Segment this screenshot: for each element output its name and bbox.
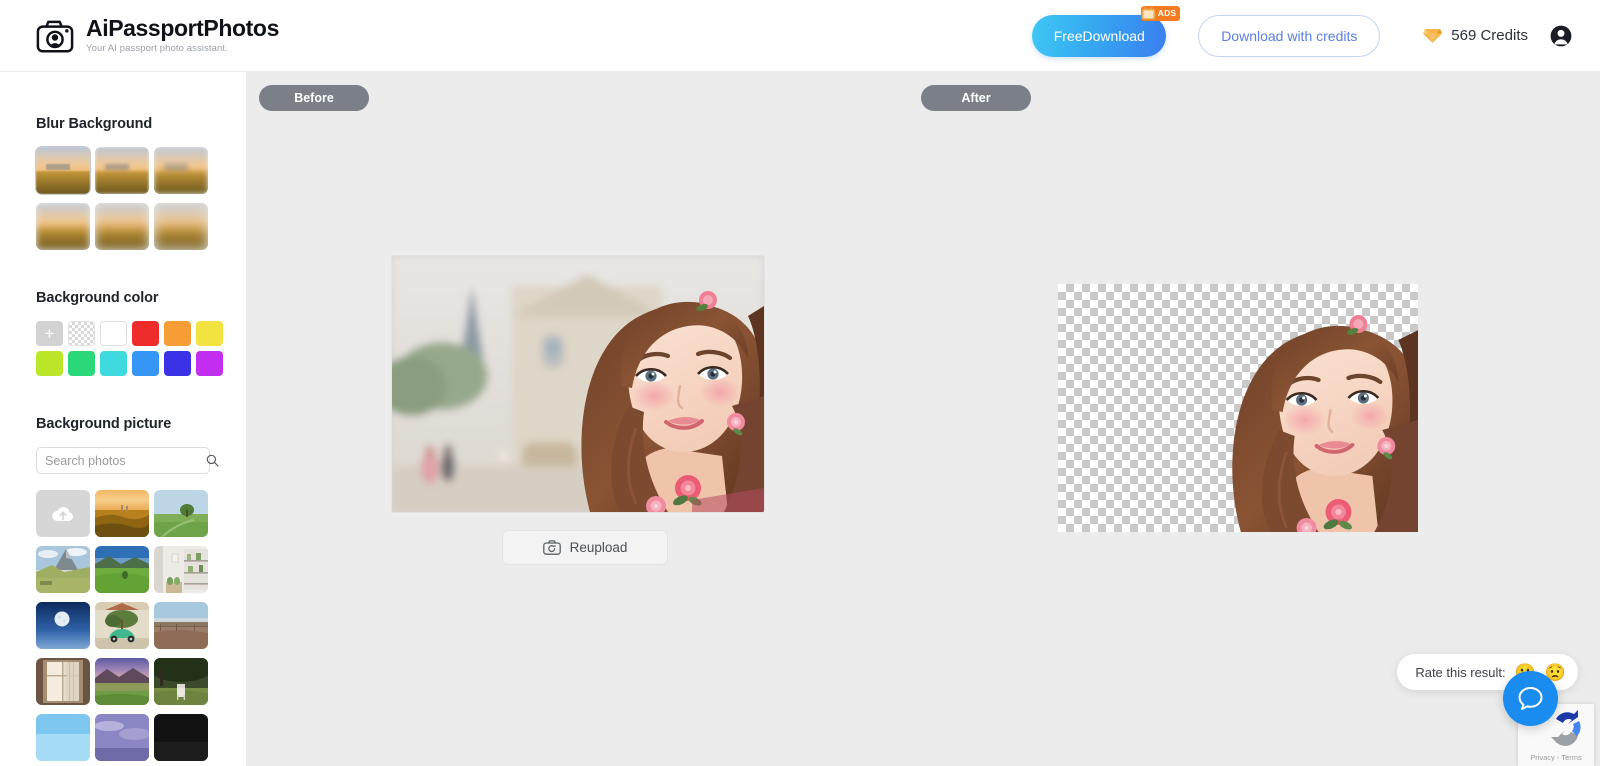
photo-dry-field[interactable] <box>154 602 208 649</box>
brand-title: AiPassportPhotos <box>86 15 279 42</box>
background-picture-title: Background picture <box>36 416 172 432</box>
swatch-lime[interactable] <box>36 351 63 376</box>
app-header: AiPassportPhotos Your AI passport photo … <box>0 0 1600 72</box>
before-photo[interactable] <box>392 256 764 512</box>
after-photo[interactable] <box>1058 284 1418 532</box>
photo-window-curtain[interactable] <box>36 658 90 705</box>
credits-area[interactable]: 569 Credits <box>1422 25 1572 47</box>
upload-photo-tile[interactable] <box>36 490 90 537</box>
photo-lavender-dusk[interactable] <box>95 714 149 761</box>
brand-logo[interactable]: AiPassportPhotos Your AI passport photo … <box>36 17 279 54</box>
photo-clear-sky[interactable] <box>36 714 90 761</box>
background-color-grid[interactable]: + <box>36 321 223 376</box>
free-download-wrap: FreeDownload ADS <box>1032 5 1181 57</box>
photo-green-car-tree[interactable] <box>95 602 149 649</box>
recaptcha-icon <box>1548 707 1588 747</box>
camera-icon <box>36 19 74 53</box>
photo-full-moon[interactable] <box>36 602 90 649</box>
download-with-credits-button[interactable]: Download with credits <box>1198 14 1381 57</box>
chat-support-button[interactable] <box>1503 671 1558 726</box>
after-label: After <box>921 85 1031 111</box>
search-photos-wrap[interactable] <box>36 447 219 474</box>
swatch-yellow[interactable] <box>196 321 223 346</box>
tv-icon <box>1141 5 1158 21</box>
photo-purple-mountains[interactable] <box>95 658 149 705</box>
photo-sunset-city[interactable] <box>95 490 149 537</box>
search-input[interactable] <box>45 453 206 468</box>
camera-refresh-icon <box>542 540 561 555</box>
blur-thumb-3[interactable] <box>36 203 90 250</box>
photo-chair-under-tree[interactable] <box>154 658 208 705</box>
blur-thumb-2[interactable] <box>154 147 208 194</box>
blur-background-title: Blur Background <box>36 116 153 132</box>
background-color-title: Background color <box>36 290 159 306</box>
swatch-red[interactable] <box>132 321 159 346</box>
swatch-white[interactable] <box>100 321 127 346</box>
swatch-orange[interactable] <box>164 321 191 346</box>
header-actions: FreeDownload ADS Download with credits 5… <box>1032 5 1572 57</box>
swatch-custom-color-picker[interactable]: + <box>36 321 63 346</box>
swatch-indigo[interactable] <box>164 351 191 376</box>
reupload-label: Reupload <box>569 540 628 555</box>
swatch-magenta[interactable] <box>196 351 223 376</box>
ads-badge-label: ADS <box>1157 8 1177 18</box>
sidebar[interactable]: Blur Background Background color + Backg… <box>0 72 247 766</box>
credits-count: 569 Credits <box>1451 27 1528 44</box>
photo-dark-scene[interactable] <box>154 714 208 761</box>
blur-thumb-4[interactable] <box>95 203 149 250</box>
photo-lone-tree-field[interactable] <box>154 490 208 537</box>
blur-background-grid[interactable] <box>35 146 210 250</box>
photo-mountain-peak[interactable] <box>36 546 90 593</box>
photo-indoor-shelf[interactable] <box>154 546 208 593</box>
user-avatar-icon[interactable] <box>1550 25 1572 47</box>
reupload-button[interactable]: Reupload <box>502 530 668 565</box>
background-picture-grid[interactable] <box>36 490 210 761</box>
blur-thumb-1[interactable] <box>95 147 149 194</box>
before-label: Before <box>259 85 369 111</box>
rate-result-label: Rate this result: <box>1415 664 1506 680</box>
cloud-upload-icon <box>50 504 76 524</box>
blur-thumb-0[interactable] <box>35 146 91 195</box>
photo-green-hills[interactable] <box>95 546 149 593</box>
swatch-cyan[interactable] <box>100 351 127 376</box>
swatch-transparent[interactable] <box>68 321 95 346</box>
chat-bubble-icon <box>1517 685 1544 712</box>
search-icon[interactable] <box>206 454 219 467</box>
gem-icon <box>1422 27 1443 44</box>
editor-canvas: Before After Reupload <box>247 72 1600 766</box>
recaptcha-text: Privacy - Terms <box>1530 753 1582 762</box>
blur-thumb-5[interactable] <box>154 203 208 250</box>
swatch-blue[interactable] <box>132 351 159 376</box>
swatch-green[interactable] <box>68 351 95 376</box>
ads-badge: ADS <box>1140 5 1181 21</box>
brand-tagline: Your AI passport photo assistant. <box>86 43 228 55</box>
